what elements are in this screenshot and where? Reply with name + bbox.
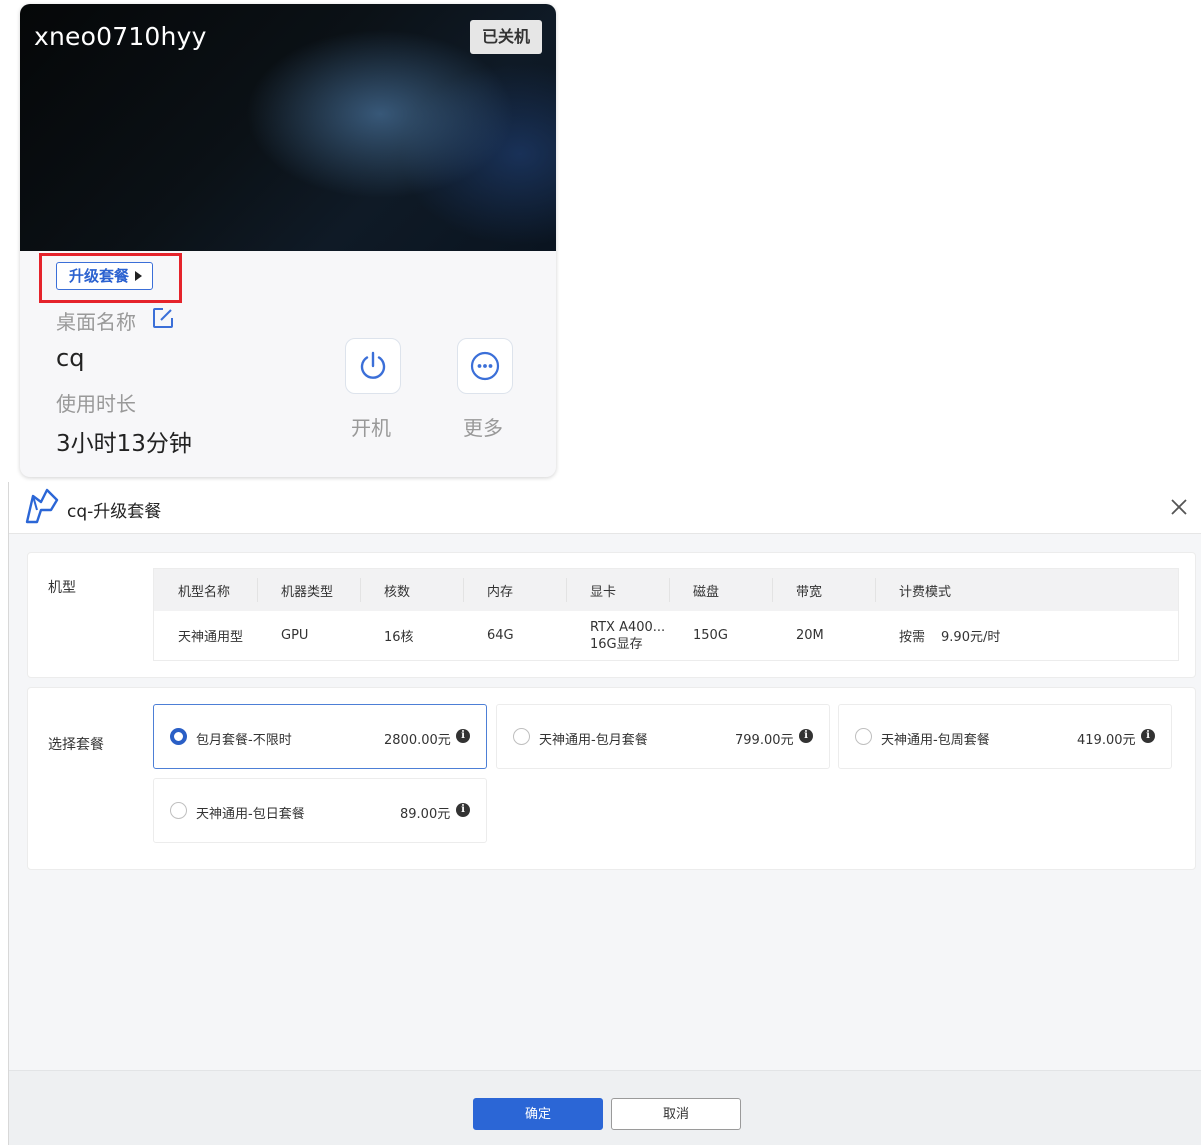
machine-section-label: 机型 xyxy=(48,580,76,596)
radio-unselected[interactable] xyxy=(513,728,530,745)
table-header-cell: 计费模式 xyxy=(875,569,1075,611)
package-option-monthly-unlimited[interactable]: 包月套餐-不限时 2800.00元 i xyxy=(153,704,487,769)
power-on-label: 开机 xyxy=(351,416,391,440)
cell-machine-name: 天神通用型 xyxy=(178,630,244,645)
info-icon[interactable]: i xyxy=(456,729,470,743)
cell-gpu: RTX A400... 16G显存 xyxy=(566,611,669,660)
close-icon[interactable] xyxy=(1168,496,1190,518)
package-name: 包月套餐-不限时 xyxy=(196,733,292,748)
radio-unselected[interactable] xyxy=(170,802,187,819)
cell-billing-price: 9.90元/时 xyxy=(941,630,1001,645)
desktop-card: xneo0710hyy 已关机 升级套餐 桌面名称 cq 使用时长 3小时13分… xyxy=(20,4,556,477)
desktop-name-value: cq xyxy=(56,344,85,372)
cell-cores: 16核 xyxy=(384,630,414,645)
package-name: 天神通用-包日套餐 xyxy=(196,807,305,822)
table-header-cell: 核数 xyxy=(360,569,463,611)
dialog-footer: 确定 取消 xyxy=(9,1070,1201,1145)
package-price: 419.00元 xyxy=(1077,733,1136,748)
cell-billing: 按需 9.90元/时 xyxy=(875,611,1075,660)
package-name: 天神通用-包周套餐 xyxy=(881,733,990,748)
package-select-panel: 选择套餐 包月套餐-不限时 2800.00元 i 天神通用-包月套餐 799.0… xyxy=(27,687,1196,870)
more-label: 更多 xyxy=(463,416,503,440)
cancel-button[interactable]: 取消 xyxy=(611,1098,741,1130)
table-row: 天神通用型 GPU 16核 64G RTX A400... 16G显存 150G… xyxy=(154,611,1178,660)
package-option-monthly[interactable]: 天神通用-包月套餐 799.00元 i xyxy=(496,704,830,769)
usage-duration-label: 使用时长 xyxy=(56,392,136,416)
table-header-cell: 内存 xyxy=(463,569,566,611)
cell-gpu-memory: 16G显存 xyxy=(590,636,643,652)
info-icon[interactable]: i xyxy=(456,803,470,817)
cell-gpu-model: RTX A400... xyxy=(590,619,666,635)
dialog-header: cq-升级套餐 xyxy=(9,482,1201,534)
package-price: 2800.00元 xyxy=(384,733,451,748)
radio-selected[interactable] xyxy=(170,728,187,745)
cell-disk: 150G xyxy=(693,628,728,643)
table-header-row: 机型名称 机器类型 核数 内存 显卡 磁盘 带宽 计费模式 xyxy=(154,569,1178,611)
package-section-label: 选择套餐 xyxy=(48,737,104,753)
machine-spec-panel: 机型 机型名称 机器类型 核数 内存 显卡 磁盘 带宽 计费模式 天神通用型 G… xyxy=(27,552,1196,678)
table-header-cell: 机器类型 xyxy=(257,569,360,611)
status-badge: 已关机 xyxy=(469,20,542,54)
more-icon xyxy=(470,351,500,381)
package-price: 89.00元 xyxy=(400,807,451,822)
usage-duration-value: 3小时13分钟 xyxy=(56,431,192,457)
upgrade-package-dialog: cq-升级套餐 机型 机型名称 机器类型 核数 内存 显卡 磁盘 带宽 计费模式… xyxy=(8,482,1201,1145)
power-icon xyxy=(360,351,386,379)
cell-machine-type: GPU xyxy=(281,628,309,643)
package-name: 天神通用-包月套餐 xyxy=(539,733,648,748)
upgrade-highlight-box xyxy=(39,253,182,303)
info-icon[interactable]: i xyxy=(799,729,813,743)
app-logo-icon xyxy=(25,488,59,524)
desktop-card-title: xneo0710hyy xyxy=(34,22,207,51)
dialog-title: cq-升级套餐 xyxy=(67,502,162,522)
cell-bandwidth: 20M xyxy=(796,628,824,643)
package-option-weekly[interactable]: 天神通用-包周套餐 419.00元 i xyxy=(838,704,1172,769)
radio-unselected[interactable] xyxy=(855,728,872,745)
power-on-button[interactable] xyxy=(345,338,401,394)
table-header-cell: 磁盘 xyxy=(669,569,772,611)
info-icon[interactable]: i xyxy=(1141,729,1155,743)
more-button[interactable] xyxy=(457,338,513,394)
confirm-button[interactable]: 确定 xyxy=(473,1098,603,1130)
machine-spec-table: 机型名称 机器类型 核数 内存 显卡 磁盘 带宽 计费模式 天神通用型 GPU … xyxy=(153,568,1179,661)
cell-memory: 64G xyxy=(487,628,514,643)
table-header-cell: 显卡 xyxy=(566,569,669,611)
cell-billing-mode: 按需 xyxy=(899,630,926,645)
table-header-cell: 带宽 xyxy=(772,569,875,611)
table-header-cell: 机型名称 xyxy=(178,584,231,600)
edit-icon[interactable] xyxy=(151,306,175,330)
package-option-daily[interactable]: 天神通用-包日套餐 89.00元 i xyxy=(153,778,487,843)
package-price: 799.00元 xyxy=(735,733,794,748)
desktop-name-label: 桌面名称 xyxy=(56,310,136,334)
